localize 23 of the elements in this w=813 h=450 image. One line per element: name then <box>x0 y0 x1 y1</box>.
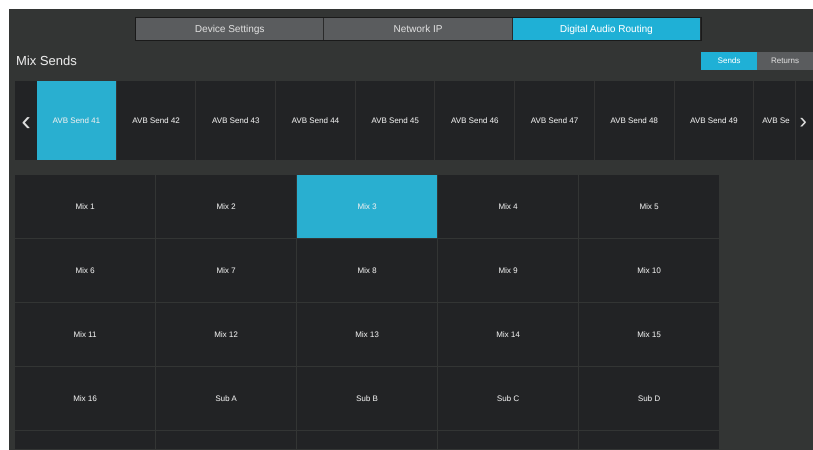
toggle-button[interactable]: Returns <box>757 52 813 70</box>
mix-tile[interactable]: Sub C <box>438 367 578 430</box>
mix-tile[interactable]: Mix 14 <box>438 303 578 366</box>
mix-tile[interactable]: Mix 10 <box>579 239 719 302</box>
mix-tile[interactable]: Mix 6 <box>15 239 155 302</box>
mix-tile[interactable]: Mix 8 <box>297 239 437 302</box>
mix-tile[interactable]: Sub D <box>579 367 719 430</box>
mix-tile[interactable]: Mix 5 <box>579 175 719 238</box>
mix-tile[interactable]: Mix 9 <box>438 239 578 302</box>
tab[interactable]: Device Settings <box>136 18 324 40</box>
mix-tile[interactable]: Mix 16 <box>15 367 155 430</box>
mix-tile[interactable]: Mix 2 <box>156 175 296 238</box>
mix-tile[interactable]: Sub A <box>156 367 296 430</box>
mix-tile[interactable]: Mix 11 <box>15 303 155 366</box>
tab[interactable]: Network IP <box>324 18 513 40</box>
mix-tile[interactable]: Mix 12 <box>156 303 296 366</box>
mix-tile[interactable]: Sub B <box>297 367 437 430</box>
mix-tile[interactable]: Mix 7 <box>156 239 296 302</box>
mix-tile[interactable]: Mix 13 <box>297 303 437 366</box>
section-title: Mix Sends <box>16 52 77 70</box>
mix-tile[interactable]: Mix 15 <box>579 303 719 366</box>
mix-tile[interactable]: Mix 1 <box>15 175 155 238</box>
mix-tile[interactable]: Mix 4 <box>438 175 578 238</box>
